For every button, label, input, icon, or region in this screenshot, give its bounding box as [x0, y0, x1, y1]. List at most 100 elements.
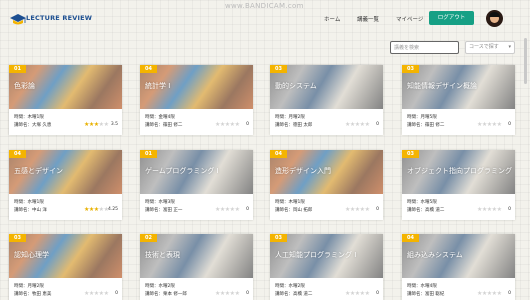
star-icon: ★ [364, 121, 370, 128]
search-input[interactable] [390, 41, 459, 54]
course-code-badge: 04 [270, 150, 287, 158]
course-teacher: 講師名：篠田 修二 [145, 123, 183, 128]
rating-value: 0 [376, 207, 379, 212]
rating-stars: ★★★★★ [215, 290, 240, 297]
rating-value: 0 [115, 291, 118, 296]
course-card[interactable]: 03 オブジェクト指向プログラミング 時間：水曜5限 講師名：高橋 道二 ★★★… [402, 150, 515, 220]
logo[interactable]: LECTURE REVIEW [10, 10, 92, 30]
course-code-badge: 04 [9, 150, 26, 158]
course-title: 知能情報デザイン概論 [407, 82, 477, 90]
course-time: 時間：水曜2限 [145, 284, 175, 289]
course-title: 五感とデザイン [14, 167, 63, 175]
course-title: 動的システム [275, 82, 317, 90]
avatar[interactable] [486, 10, 503, 27]
course-card[interactable]: 03 動的システム 時間：月曜2限 講師名：徳田 太郎 ★★★★★ 0 [270, 65, 383, 135]
star-icon: ★ [496, 121, 502, 128]
course-image: 01 ゲームプログラミング I [140, 150, 253, 194]
course-teacher: 講師名：中山 洋 [14, 208, 47, 213]
course-code-badge: 03 [402, 65, 419, 73]
star-icon: ★ [234, 290, 240, 297]
course-time: 時間：月曜2限 [14, 284, 44, 289]
rating-stars: ★★★★★ [477, 206, 502, 213]
course-image: 03 知能情報デザイン概論 [402, 65, 515, 109]
course-time: 時間：水曜4限 [407, 284, 437, 289]
star-icon: ★ [496, 290, 502, 297]
rating-stars: ★★★★★ [345, 121, 370, 128]
course-teacher: 講師名：岡山 拓郎 [275, 208, 313, 213]
course-image: 03 動的システム [270, 65, 383, 109]
course-code-badge: 02 [140, 234, 157, 242]
course-code-badge: 04 [140, 65, 157, 73]
star-icon: ★ [234, 121, 240, 128]
rating-value: 0 [508, 207, 511, 212]
course-image: 03 人工知能プログラミング I [270, 234, 383, 278]
nav-home[interactable]: ホーム [324, 15, 340, 23]
course-card[interactable]: 01 ゲームプログラミング I 時間：水曜3限 講師名：富田 正一 ★★★★★ … [140, 150, 253, 220]
course-time: 時間：月曜2限 [275, 115, 305, 120]
course-code-badge: 04 [402, 234, 419, 242]
course-title: オブジェクト指向プログラミング [407, 167, 512, 175]
course-time: 時間：水曜2限 [275, 284, 305, 289]
course-teacher: 講師名：富田 正一 [145, 208, 183, 213]
star-icon: ★ [234, 206, 240, 213]
rating-stars: ★★★★★ [84, 290, 109, 297]
course-image: 03 認知心理学 [9, 234, 122, 278]
course-teacher: 講師名：牧田 恵美 [14, 292, 52, 297]
course-card[interactable]: 03 認知心理学 時間：月曜2限 講師名：牧田 恵美 ★★★★★ 0 [9, 234, 122, 300]
course-image: 04 統計学 I [140, 65, 253, 109]
recording-watermark: www.BANDICAM.com [225, 2, 304, 10]
star-icon: ★ [103, 121, 109, 128]
course-card[interactable]: 04 五感とデザイン 時間：水曜1限 講師名：中山 洋 ★★★★★ 4.25 [9, 150, 122, 220]
course-title: 統計学 I [145, 82, 171, 90]
rating-value: 0 [508, 122, 511, 127]
course-teacher: 講師名：徳田 太郎 [275, 123, 313, 128]
nav-mypage[interactable]: マイページ [396, 15, 423, 23]
nav-lectures[interactable]: 講義一覧 [357, 15, 379, 23]
rating-stars: ★★★★★ [84, 121, 109, 128]
course-code-badge: 03 [270, 65, 287, 73]
chevron-down-icon: ▾ [508, 44, 511, 50]
course-image: 04 造形デザイン入門 [270, 150, 383, 194]
rating-value: 0 [246, 291, 249, 296]
course-card[interactable]: 01 色彩論 時間：木曜1限 講師名：大塚 久恵 ★★★★★ 3.5 [9, 65, 122, 135]
course-time: 時間：水曜5限 [407, 200, 437, 205]
course-image: 03 オブジェクト指向プログラミング [402, 150, 515, 194]
course-title: 色彩論 [14, 82, 35, 90]
course-time: 時間：木曜1限 [275, 200, 305, 205]
course-image: 04 組み込みシステム [402, 234, 515, 278]
course-code-badge: 01 [9, 65, 26, 73]
rating-stars: ★★★★★ [84, 206, 109, 213]
course-code-badge: 01 [140, 150, 157, 158]
rating-stars: ★★★★★ [477, 121, 502, 128]
course-image: 04 五感とデザイン [9, 150, 122, 194]
course-card[interactable]: 02 技術と表現 時間：水曜2限 講師名：栗本 修一郎 ★★★★★ 0 [140, 234, 253, 300]
course-code-badge: 03 [402, 150, 419, 158]
course-time: 時間：水曜3限 [145, 200, 175, 205]
course-image: 01 色彩論 [9, 65, 122, 109]
course-time: 時間：月曜5限 [407, 115, 437, 120]
course-title: 造形デザイン入門 [275, 167, 331, 175]
course-card[interactable]: 03 人工知能プログラミング I 時間：水曜2限 講師名：高橋 道二 ★★★★★… [270, 234, 383, 300]
rating-stars: ★★★★★ [345, 290, 370, 297]
course-teacher: 講師名：高橋 道二 [407, 208, 445, 213]
rating-stars: ★★★★★ [215, 206, 240, 213]
course-time: 時間：水曜1限 [14, 200, 44, 205]
course-time: 時間：金曜4限 [145, 115, 175, 120]
course-teacher: 講師名：富田 聡紀 [407, 292, 445, 297]
course-card[interactable]: 03 知能情報デザイン概論 時間：月曜5限 講師名：篠田 修二 ★★★★★ 0 [402, 65, 515, 135]
header: LECTURE REVIEW www.BANDICAM.com ホーム 講義一覧… [0, 0, 530, 36]
course-teacher: 講師名：高橋 道二 [275, 292, 313, 297]
course-filter-select[interactable]: コースで探す ▾ [465, 41, 515, 54]
scrollbar[interactable] [523, 36, 528, 298]
course-time: 時間：木曜1限 [14, 115, 44, 120]
course-card[interactable]: 04 統計学 I 時間：金曜4限 講師名：篠田 修二 ★★★★★ 0 [140, 65, 253, 135]
graduation-cap-icon [10, 14, 26, 25]
course-card[interactable]: 04 造形デザイン入門 時間：木曜1限 講師名：岡山 拓郎 ★★★★★ 0 [270, 150, 383, 220]
logout-button[interactable]: ログアウト [429, 11, 474, 25]
rating-value: 0 [376, 122, 379, 127]
course-teacher: 講師名：大塚 久恵 [14, 123, 52, 128]
rating-stars: ★★★★★ [215, 121, 240, 128]
course-card[interactable]: 04 組み込みシステム 時間：水曜4限 講師名：富田 聡紀 ★★★★★ 0 [402, 234, 515, 300]
rating-value: 0 [246, 207, 249, 212]
course-title: ゲームプログラミング I [145, 167, 219, 175]
